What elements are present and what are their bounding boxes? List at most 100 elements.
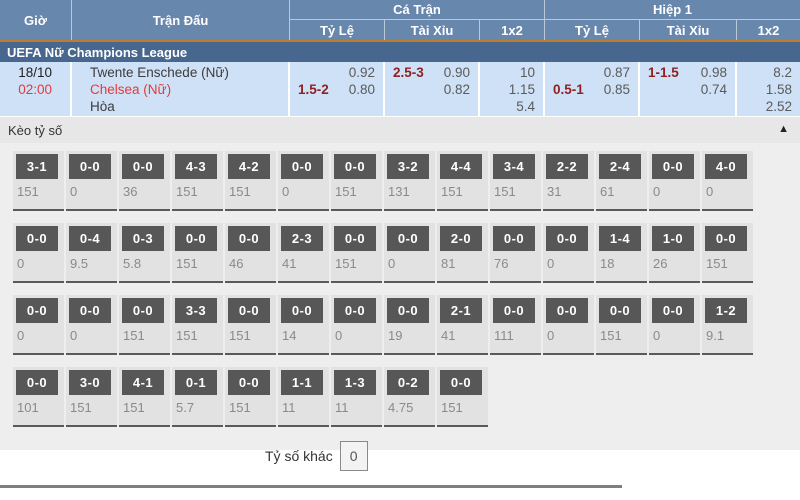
- score-cell[interactable]: 0-0151: [172, 223, 223, 283]
- full-under-odds[interactable]: 0.82: [444, 81, 470, 98]
- score-cell[interactable]: 1-026: [649, 223, 700, 283]
- full-handicap-home-odds[interactable]: 0.92: [349, 64, 375, 81]
- score-cell[interactable]: 1-418: [596, 223, 647, 283]
- score-chip: 2-4: [599, 154, 641, 179]
- score-cell[interactable]: 0-0101: [13, 367, 64, 427]
- score-cell[interactable]: 3-4151: [490, 151, 541, 211]
- score-cell[interactable]: 4-00: [702, 151, 753, 211]
- header-group-first-half: Hiệp 1 Tỷ Lệ Tài Xỉu 1x2: [545, 0, 800, 40]
- score-cell[interactable]: 0-046: [225, 223, 276, 283]
- half-handicap-home-odds[interactable]: 0.87: [604, 64, 630, 81]
- score-chip: 0-0: [387, 298, 429, 323]
- score-odds: 9.5: [70, 256, 117, 271]
- score-odds: 151: [229, 400, 276, 415]
- score-cell[interactable]: 0-00: [543, 295, 594, 355]
- score-odds: 18: [600, 256, 647, 271]
- full-overunder-cell: 2.5-3 0.90 0.82: [385, 62, 480, 116]
- score-cell[interactable]: 3-0151: [66, 367, 117, 427]
- score-chip: 0-0: [387, 226, 429, 251]
- score-cell[interactable]: 0-0151: [225, 295, 276, 355]
- correct-score-section-bar[interactable]: Kèo tỷ số ▲: [0, 116, 800, 143]
- score-cell[interactable]: 0-00: [649, 295, 700, 355]
- score-cell[interactable]: 0-00: [13, 223, 64, 283]
- score-cell[interactable]: 0-15.7: [172, 367, 223, 427]
- score-chip: 0-0: [122, 154, 164, 179]
- score-cell[interactable]: 0-0151: [331, 223, 382, 283]
- score-odds: 151: [600, 328, 647, 343]
- full-1x2-home-odds[interactable]: 10: [520, 64, 535, 81]
- score-odds: 76: [494, 256, 541, 271]
- half-1x2-away-odds[interactable]: 1.58: [766, 81, 792, 98]
- score-cell[interactable]: 0-0151: [596, 295, 647, 355]
- score-cell[interactable]: 4-1151: [119, 367, 170, 427]
- score-odds: 111: [494, 328, 541, 343]
- score-cell[interactable]: 3-3151: [172, 295, 223, 355]
- score-cell[interactable]: 0-00: [331, 295, 382, 355]
- score-cell[interactable]: 1-311: [331, 367, 382, 427]
- score-cell[interactable]: 0-0151: [702, 223, 753, 283]
- score-cell[interactable]: 0-0151: [119, 295, 170, 355]
- score-cell[interactable]: 2-081: [437, 223, 488, 283]
- score-cell[interactable]: 0-00: [66, 295, 117, 355]
- full-handicap-away-odds[interactable]: 0.80: [349, 81, 375, 98]
- score-grid: 3-11510-000-0364-31514-21510-000-01513-2…: [0, 151, 800, 427]
- half-under-odds[interactable]: 0.74: [701, 81, 727, 98]
- full-1x2-away-odds[interactable]: 1.15: [509, 81, 535, 98]
- score-chip: 0-0: [599, 298, 641, 323]
- away-team: Chelsea (Nữ): [82, 81, 288, 98]
- score-row: 3-11510-000-0364-31514-21510-000-01513-2…: [0, 151, 800, 211]
- full-1x2-draw-odds[interactable]: 5.4: [516, 98, 535, 115]
- full-over-odds[interactable]: 0.90: [444, 64, 470, 81]
- half-over-odds[interactable]: 0.98: [701, 64, 727, 81]
- score-chip: 0-0: [546, 226, 588, 251]
- score-cell[interactable]: 2-231: [543, 151, 594, 211]
- score-cell[interactable]: 2-141: [437, 295, 488, 355]
- score-cell[interactable]: 0-00: [543, 223, 594, 283]
- score-odds: 151: [229, 328, 276, 343]
- score-cell[interactable]: 0-00: [66, 151, 117, 211]
- score-cell[interactable]: 0-00: [649, 151, 700, 211]
- score-cell[interactable]: 0-49.5: [66, 223, 117, 283]
- half-1x2-home-odds[interactable]: 8.2: [773, 64, 792, 81]
- score-odds: 151: [441, 184, 488, 199]
- score-cell[interactable]: 0-00: [13, 295, 64, 355]
- score-chip: 4-3: [175, 154, 217, 179]
- score-odds: 0: [547, 328, 594, 343]
- score-cell[interactable]: 0-0151: [437, 367, 488, 427]
- score-cell[interactable]: 2-341: [278, 223, 329, 283]
- score-cell[interactable]: 0-019: [384, 295, 435, 355]
- score-odds: 81: [441, 256, 488, 271]
- score-cell[interactable]: 0-00: [278, 151, 329, 211]
- score-cell[interactable]: 3-1151: [13, 151, 64, 211]
- score-cell[interactable]: 0-014: [278, 295, 329, 355]
- score-odds: 41: [282, 256, 329, 271]
- score-chip: 0-0: [281, 154, 323, 179]
- collapse-arrow-icon[interactable]: ▲: [778, 123, 789, 135]
- score-chip: 4-4: [440, 154, 482, 179]
- score-cell[interactable]: 4-3151: [172, 151, 223, 211]
- score-odds: 41: [441, 328, 488, 343]
- score-chip: 0-4: [69, 226, 111, 251]
- score-cell[interactable]: 0-0151: [331, 151, 382, 211]
- score-odds: 151: [706, 256, 753, 271]
- score-cell[interactable]: 2-461: [596, 151, 647, 211]
- score-cell[interactable]: 0-036: [119, 151, 170, 211]
- score-cell[interactable]: 0-076: [490, 223, 541, 283]
- other-score-box[interactable]: 0: [340, 441, 368, 471]
- score-cell[interactable]: 4-4151: [437, 151, 488, 211]
- score-cell[interactable]: 0-35.8: [119, 223, 170, 283]
- score-cell[interactable]: 0-24.75: [384, 367, 435, 427]
- score-cell[interactable]: 0-0111: [490, 295, 541, 355]
- score-cell[interactable]: 4-2151: [225, 151, 276, 211]
- score-chip: 0-0: [652, 298, 694, 323]
- score-cell[interactable]: 0-0151: [225, 367, 276, 427]
- header-match: Trận Đấu: [72, 0, 290, 40]
- full-overunder-line: 2.5-3: [393, 64, 424, 81]
- half-handicap-away-odds[interactable]: 0.85: [604, 81, 630, 98]
- score-cell[interactable]: 0-00: [384, 223, 435, 283]
- score-cell[interactable]: 1-29.1: [702, 295, 753, 355]
- score-cell[interactable]: 1-111: [278, 367, 329, 427]
- match-row: 18/10 02:00 Twente Enschede (Nữ) Chelsea…: [0, 62, 800, 116]
- score-cell[interactable]: 3-2131: [384, 151, 435, 211]
- half-1x2-draw-odds[interactable]: 2.52: [766, 98, 792, 115]
